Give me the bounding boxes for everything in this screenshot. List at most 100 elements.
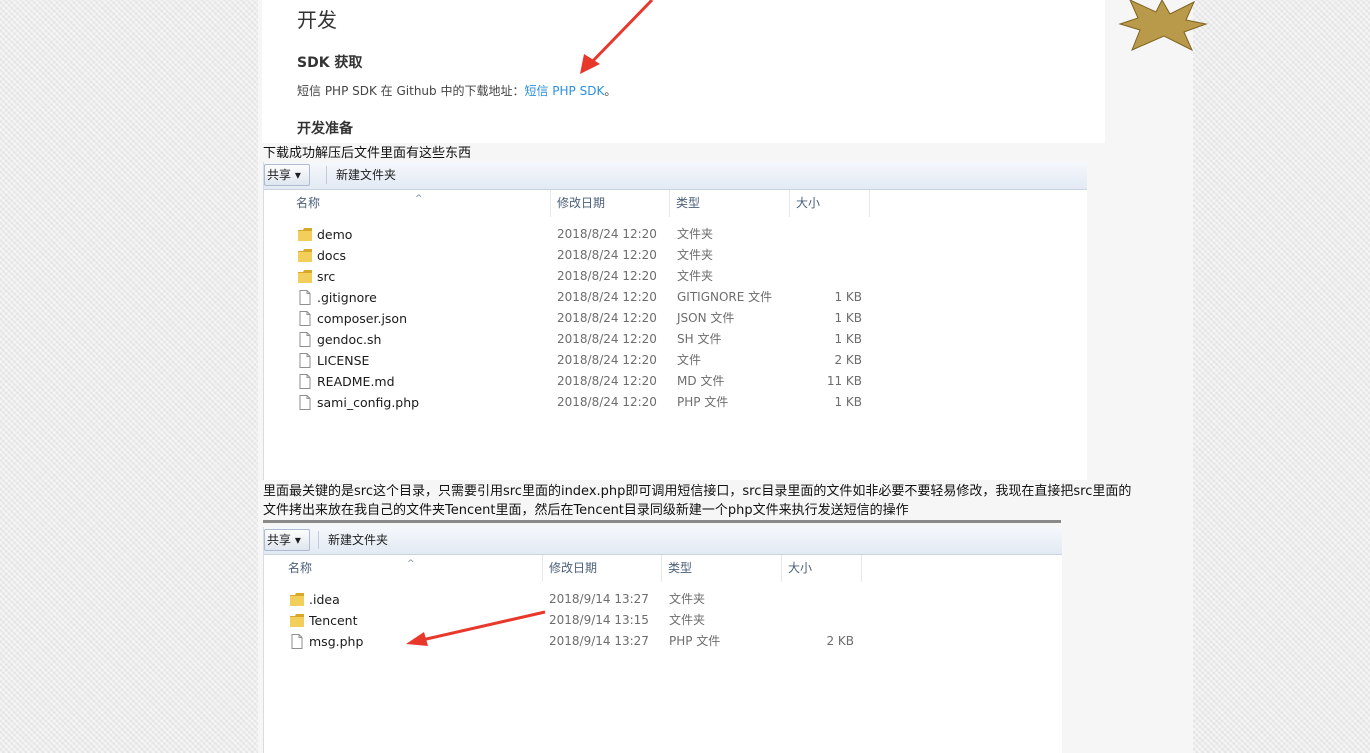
file-row[interactable]: .gitignore 2018/8/24 12:20 GITIGNORE 文件 1 K…	[264, 287, 1087, 308]
column-name[interactable]: 名称 ^	[282, 555, 543, 582]
file-icon	[297, 395, 313, 410]
file-date: 2018/8/24 12:20	[557, 395, 657, 409]
share-button[interactable]: 共享 ▾	[264, 529, 310, 551]
file-date: 2018/9/14 13:27	[549, 592, 649, 606]
file-icon	[297, 374, 313, 389]
folder-icon	[289, 613, 305, 628]
sdk-text-end: 。	[604, 84, 617, 98]
file-row[interactable]: LICENSE 2018/8/24 12:20 文件 2 KB	[264, 350, 1087, 371]
doc-snapshot: 开发 SDK 获取 短信 PHP SDK 在 Github 中的下载地址：短信 …	[262, 0, 1105, 143]
file-date: 2018/9/14 13:27	[549, 634, 649, 648]
file-size: 1 KB	[834, 290, 862, 304]
file-date: 2018/8/24 12:20	[557, 290, 657, 304]
toolbar-separator	[326, 166, 327, 184]
red-arrow-annotation	[406, 610, 546, 646]
column-size[interactable]: 大小	[782, 555, 862, 582]
column-size[interactable]: 大小	[790, 190, 870, 217]
file-icon	[289, 634, 305, 649]
file-date: 2018/9/14 13:15	[549, 613, 649, 627]
file-type: 文件夹	[669, 613, 706, 627]
caption-src-line1: 里面最关键的是src这个目录，只需要引用src里面的index.php即可调用短…	[263, 484, 1132, 499]
file-date: 2018/8/24 12:20	[557, 227, 657, 241]
file-explorer-sdk: 共享 ▾ 新建文件夹 名称 ^ 修改日期 类型 大小 demo 2018/8/24 …	[263, 162, 1087, 480]
sdk-heading: SDK 获取	[297, 55, 363, 71]
file-name: msg.php	[309, 634, 364, 649]
file-type: 文件夹	[677, 227, 714, 241]
column-date[interactable]: 修改日期	[551, 190, 670, 217]
file-row[interactable]: README.md 2018/8/24 12:20 MD 文件 11 KB	[264, 371, 1087, 392]
new-folder-button[interactable]: 新建文件夹	[330, 164, 402, 186]
sort-up-icon: ^	[415, 194, 423, 204]
file-icon	[297, 353, 313, 368]
file-name: README.md	[317, 374, 395, 389]
file-size: 2 KB	[826, 634, 854, 648]
file-row[interactable]: Tencent 2018/9/14 13:15 文件夹	[264, 610, 1062, 631]
sdk-text: 短信 PHP SDK 在 Github 中的下载地址：	[297, 84, 525, 98]
sdk-paragraph: 短信 PHP SDK 在 Github 中的下载地址：短信 PHP SDK。	[297, 82, 616, 99]
column-date[interactable]: 修改日期	[543, 555, 662, 582]
sdk-download-link[interactable]: 短信 PHP SDK	[524, 84, 604, 98]
file-type: 文件夹	[677, 248, 714, 262]
file-row[interactable]: gendoc.sh 2018/8/24 12:20 SH 文件 1 KB	[264, 329, 1087, 350]
toolbar-separator	[318, 531, 319, 549]
file-icon	[297, 311, 313, 326]
file-date: 2018/8/24 12:20	[557, 311, 657, 325]
column-type[interactable]: 类型	[662, 555, 782, 582]
file-date: 2018/8/24 12:20	[557, 248, 657, 262]
prep-heading: 开发准备	[297, 121, 353, 137]
file-date: 2018/8/24 12:20	[557, 332, 657, 346]
file-row[interactable]: demo 2018/8/24 12:20 文件夹	[264, 224, 1087, 245]
file-name: demo	[317, 227, 353, 242]
doc-title: 开发	[297, 8, 337, 32]
file-date: 2018/8/24 12:20	[557, 353, 657, 367]
file-type: 文件	[677, 353, 702, 367]
folder-icon	[297, 269, 313, 284]
file-type: PHP 文件	[669, 634, 721, 648]
caption-src-line2: 文件拷出来放在我自己的文件夹Tencent里面，然后在Tencent目录同级新建…	[263, 503, 909, 518]
file-name: src	[317, 269, 336, 284]
file-size: 1 KB	[834, 395, 862, 409]
image-divider	[263, 520, 1061, 523]
file-explorer-project: 共享 ▾ 新建文件夹 名称 ^ 修改日期 类型 大小 .idea 2018/9/14…	[263, 527, 1062, 753]
file-name: LICENSE	[317, 353, 370, 368]
file-row[interactable]: src 2018/8/24 12:20 文件夹	[264, 266, 1087, 287]
file-icon	[297, 332, 313, 347]
file-icon	[297, 290, 313, 305]
new-folder-button[interactable]: 新建文件夹	[322, 529, 394, 551]
sort-up-icon: ^	[407, 559, 415, 569]
share-button[interactable]: 共享 ▾	[264, 164, 310, 186]
red-arrow-annotation	[580, 0, 654, 74]
folder-icon	[297, 227, 313, 242]
file-date: 2018/8/24 12:20	[557, 269, 657, 283]
file-row[interactable]: docs 2018/8/24 12:20 文件夹	[264, 245, 1087, 266]
file-type: JSON 文件	[677, 311, 735, 325]
column-name[interactable]: 名称 ^	[290, 190, 551, 217]
file-name: sami_config.php	[317, 395, 420, 410]
maple-leaf-decoration	[1118, 0, 1208, 52]
file-row[interactable]: .idea 2018/9/14 13:27 文件夹	[264, 589, 1062, 610]
file-size: 11 KB	[826, 374, 862, 388]
file-type: MD 文件	[677, 374, 725, 388]
file-row[interactable]: sami_config.php 2018/8/24 12:20 PHP 文件 1 KB	[264, 392, 1087, 413]
column-header-row: 名称 ^ 修改日期 类型 大小	[264, 190, 1087, 217]
file-name: Tencent	[309, 613, 358, 628]
folder-icon	[289, 592, 305, 607]
folder-icon	[297, 248, 313, 263]
file-type: 文件夹	[677, 269, 714, 283]
file-size: 1 KB	[834, 311, 862, 325]
file-type: PHP 文件	[677, 395, 729, 409]
file-row[interactable]: msg.php 2018/9/14 13:27 PHP 文件 2 KB	[264, 631, 1062, 652]
file-type: GITIGNORE 文件	[677, 290, 773, 304]
caption-extracted-files: 下载成功解压后文件里面有这些东西	[263, 146, 472, 161]
column-header-row: 名称 ^ 修改日期 类型 大小	[264, 555, 1062, 582]
explorer-toolbar: 共享 ▾ 新建文件夹	[264, 527, 1062, 555]
file-name: .idea	[309, 592, 340, 607]
file-type: SH 文件	[677, 332, 722, 346]
file-size: 1 KB	[834, 332, 862, 346]
file-name: gendoc.sh	[317, 332, 382, 347]
file-date: 2018/8/24 12:20	[557, 374, 657, 388]
column-type[interactable]: 类型	[670, 190, 790, 217]
file-size: 2 KB	[834, 353, 862, 367]
file-row[interactable]: composer.json 2018/8/24 12:20 JSON 文件 1 KB	[264, 308, 1087, 329]
explorer-toolbar: 共享 ▾ 新建文件夹	[264, 162, 1087, 190]
